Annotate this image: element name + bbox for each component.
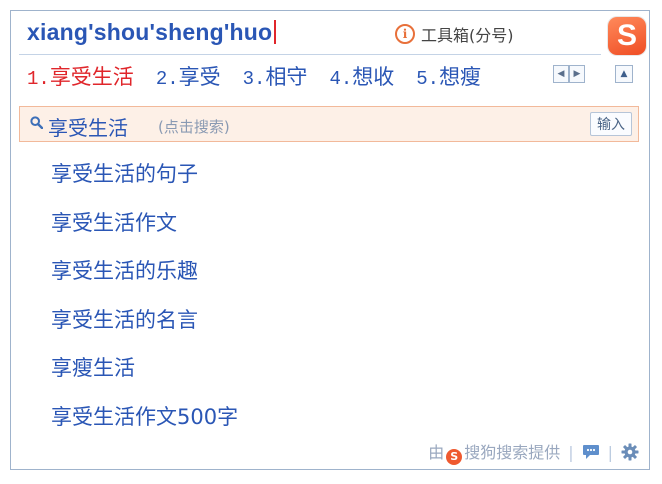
- toolbox-button[interactable]: i 工具箱(分号): [395, 22, 514, 46]
- search-suggestion-bar[interactable]: 享受生活 (点击搜索) 输入: [19, 106, 639, 142]
- candidate-4[interactable]: 4.想收: [329, 61, 394, 91]
- info-icon: i: [395, 24, 415, 44]
- page-buttons: ◀ ▶: [553, 65, 585, 83]
- prev-page-button[interactable]: ◀: [553, 65, 569, 83]
- gear-icon[interactable]: [621, 443, 639, 461]
- suggestion-item[interactable]: 享受生活的乐趣: [51, 251, 238, 300]
- row-divider: [19, 54, 601, 55]
- composition-row: xiang'shou'sheng'huo i 工具箱(分号) S: [11, 11, 649, 55]
- suggestion-item[interactable]: 享瘦生活: [51, 348, 238, 397]
- footer-bar: 由 S 搜狗搜索提供 | |: [428, 439, 639, 465]
- suggestion-item[interactable]: 享受生活的名言: [51, 300, 238, 349]
- text-caret: [274, 20, 277, 44]
- sogou-small-logo-icon: S: [446, 448, 463, 465]
- search-term: 享受生活: [48, 116, 128, 140]
- footer-separator: |: [607, 442, 613, 462]
- candidate-1[interactable]: 1.享受生活: [27, 61, 134, 91]
- input-button[interactable]: 输入: [590, 112, 632, 136]
- sogou-logo[interactable]: S: [608, 17, 646, 55]
- candidate-list: 1.享受生活 2.享受 3.相守 4.想收 5.想瘦: [27, 61, 481, 91]
- suggestion-list: 享受生活的句子 享受生活作文 享受生活的乐趣 享受生活的名言 享瘦生活 享受生活…: [51, 154, 238, 445]
- pinyin-composition[interactable]: xiang'shou'sheng'huo: [27, 19, 277, 46]
- footer-separator: |: [568, 442, 574, 462]
- candidate-5[interactable]: 5.想瘦: [416, 61, 481, 91]
- suggestion-item[interactable]: 享受生活作文500字: [51, 397, 238, 446]
- suggestion-item[interactable]: 享受生活作文: [51, 203, 238, 252]
- ime-candidate-window: xiang'shou'sheng'huo i 工具箱(分号) S 1.享受生活 …: [10, 10, 650, 470]
- chat-bubble-icon[interactable]: [582, 444, 600, 460]
- next-page-button[interactable]: ▶: [569, 65, 585, 83]
- chevron-up-icon: ▲: [620, 69, 628, 79]
- pinyin-text: xiang'shou'sheng'huo: [27, 19, 273, 45]
- provider-credit[interactable]: 由 S 搜狗搜索提供: [428, 439, 560, 465]
- search-hint: (点击搜索): [158, 118, 230, 136]
- candidate-3[interactable]: 3.相守: [243, 61, 308, 91]
- candidate-2[interactable]: 2.享受: [156, 61, 221, 91]
- chevron-right-icon: ▶: [573, 69, 581, 79]
- chevron-left-icon: ◀: [557, 69, 565, 79]
- search-icon: [30, 116, 43, 129]
- suggestion-item[interactable]: 享受生活的句子: [51, 154, 238, 203]
- toolbox-label: 工具箱(分号): [421, 26, 514, 45]
- collapse-button[interactable]: ▲: [615, 65, 633, 83]
